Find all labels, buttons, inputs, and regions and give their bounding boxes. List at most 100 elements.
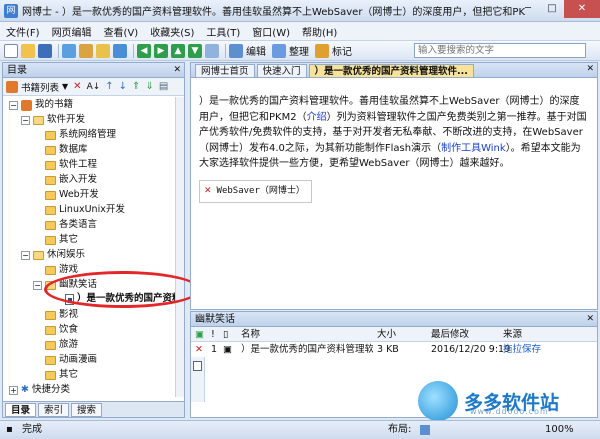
wink-link[interactable]: 制作工具Wink xyxy=(441,143,506,154)
folder-up-icon[interactable]: ▣ xyxy=(195,327,204,342)
quick-category-icon: ✱ xyxy=(21,384,29,395)
tree-folder[interactable]: 其它 xyxy=(45,233,78,247)
close-icon[interactable]: ✕ xyxy=(173,63,181,78)
zoom-level[interactable]: 100% xyxy=(545,421,574,439)
move-down-icon[interactable]: ↓ xyxy=(119,81,127,92)
menu-favorites[interactable]: 收藏夹(S) xyxy=(150,24,194,39)
collapse-toggle-icon[interactable]: − xyxy=(33,280,42,290)
close-button[interactable]: ✕ xyxy=(564,0,600,18)
down-icon[interactable]: ▼ xyxy=(188,43,202,58)
tree-root[interactable]: − 我的书籍 xyxy=(9,98,73,112)
close-icon[interactable]: ✕ xyxy=(586,64,594,74)
back-icon[interactable]: ◀ xyxy=(137,43,151,58)
tab-home[interactable]: 网博士首页 xyxy=(195,64,255,77)
vertical-scrollbar[interactable] xyxy=(175,97,184,397)
edit-icon[interactable] xyxy=(229,43,243,58)
tree-label: 系统网络管理 xyxy=(59,129,117,140)
row-size: 3 KB xyxy=(377,344,399,355)
broken-image-icon: ✕ xyxy=(204,185,212,196)
tree-label: Web开发 xyxy=(59,189,99,200)
up-icon[interactable]: ▲ xyxy=(171,43,185,58)
forward-icon[interactable]: ▶ xyxy=(154,43,168,58)
column-size[interactable]: 大小 xyxy=(377,327,396,342)
tab-index[interactable]: 索引 xyxy=(38,402,70,417)
tab-catalog[interactable]: 目录 xyxy=(5,402,37,417)
delete-icon[interactable]: ✕ xyxy=(73,81,81,92)
pane-title: 幽默笑话 xyxy=(195,314,235,325)
layout-icon[interactable] xyxy=(420,425,430,435)
tree-folder[interactable]: 系统网络管理 xyxy=(45,128,116,142)
delete-icon[interactable]: ✕ xyxy=(195,342,203,357)
page-icon[interactable] xyxy=(193,361,202,371)
tree-folder-leisure[interactable]: − 休闲娱乐 xyxy=(21,248,85,262)
tree-folder[interactable]: 影视 xyxy=(45,308,78,322)
column-name[interactable]: 名称 xyxy=(241,327,260,342)
sort-icon[interactable]: A↓ xyxy=(87,82,101,92)
collapse-toggle-icon[interactable]: − xyxy=(21,250,30,260)
table-row[interactable]: ✕ 1 ▣ ）是一款优秀的国产资料管理软... 3 KB 2016/12/20 … xyxy=(191,342,597,357)
tree-folder-software-dev[interactable]: − 软件开发 xyxy=(21,113,85,127)
bookmark-icon[interactable] xyxy=(315,43,329,58)
expand-icon[interactable]: ⇑ xyxy=(132,81,140,92)
column-modified[interactable]: 最后修改 xyxy=(431,327,469,342)
folder-icon xyxy=(45,175,56,185)
folder-open-icon xyxy=(33,250,44,260)
collapse-icon[interactable]: ⇓ xyxy=(145,81,153,92)
new-icon[interactable] xyxy=(4,43,18,58)
tree-folder[interactable]: LinuxUnix开发 xyxy=(45,203,125,217)
expand-toggle-icon[interactable]: + xyxy=(9,385,18,395)
intro-link[interactable]: 介绍 xyxy=(307,112,327,123)
favorite-icon[interactable] xyxy=(96,43,110,58)
tree-quick-category[interactable]: + ✱ 快捷分类 xyxy=(9,383,70,396)
folder-open-icon xyxy=(33,115,44,125)
bookmark-button[interactable]: 标记 xyxy=(332,43,352,58)
menu-window[interactable]: 窗口(W) xyxy=(252,24,290,39)
status-bar: ▪ 完成 布局: 100% xyxy=(0,420,600,439)
open-folder-icon[interactable] xyxy=(21,43,35,58)
tree-folder[interactable]: 各类语言 xyxy=(45,218,97,232)
close-icon[interactable]: ✕ xyxy=(586,312,594,327)
find-icon[interactable] xyxy=(113,43,127,58)
tree-folder[interactable]: 旅游 xyxy=(45,338,78,352)
menu-tools[interactable]: 工具(T) xyxy=(206,24,240,39)
search-input[interactable] xyxy=(414,43,586,58)
organize-icon[interactable] xyxy=(272,43,286,58)
row-source: 拖拉保存 xyxy=(503,344,542,355)
chevron-down-icon[interactable]: ▼ xyxy=(62,82,68,91)
tree-folder[interactable]: 数据库 xyxy=(45,143,88,157)
status-icon: ▪ xyxy=(6,424,13,435)
folder-icon xyxy=(45,340,56,350)
tree-folder[interactable]: Web开发 xyxy=(45,188,99,202)
book-list-dropdown[interactable]: 书籍列表 xyxy=(21,80,59,94)
menu-view[interactable]: 查看(V) xyxy=(104,24,139,39)
tree-folder[interactable]: 软件工程 xyxy=(45,158,97,172)
tree-folder[interactable]: 其它 xyxy=(45,368,78,382)
tree-label: 数据库 xyxy=(59,144,88,155)
edit-button[interactable]: 编辑 xyxy=(246,43,266,58)
minimize-button[interactable]: ─ xyxy=(516,0,540,18)
row-flag: 1 xyxy=(211,344,218,355)
tab-search[interactable]: 搜索 xyxy=(71,402,103,417)
tab-current-document[interactable]: ）是一款优秀的国产资料管理软件... xyxy=(308,64,474,77)
properties-icon[interactable]: ▤ xyxy=(159,81,168,92)
collapse-toggle-icon[interactable]: − xyxy=(9,100,18,110)
watermark-logo-icon xyxy=(418,381,458,421)
status-text: 完成 xyxy=(22,424,42,435)
column-source[interactable]: 来源 xyxy=(503,327,522,342)
save-icon[interactable] xyxy=(38,43,52,58)
move-up-icon[interactable]: ↑ xyxy=(105,81,113,92)
paste-icon[interactable] xyxy=(79,43,93,58)
menu-file[interactable]: 文件(F) xyxy=(6,24,40,39)
organize-button[interactable]: 整理 xyxy=(289,43,309,58)
tree-folder[interactable]: 饮食 xyxy=(45,323,78,337)
copy-icon[interactable] xyxy=(62,43,76,58)
menu-help[interactable]: 帮助(H) xyxy=(302,24,337,39)
print-icon[interactable] xyxy=(205,43,219,58)
menu-web-edit[interactable]: 网页编辑 xyxy=(52,24,92,39)
tree-folder[interactable]: 动画漫画 xyxy=(45,353,97,367)
collapse-toggle-icon[interactable]: − xyxy=(21,115,30,125)
maximize-button[interactable]: □ xyxy=(540,0,564,18)
main-toolbar: ◀ ▶ ▲ ▼ 编辑 整理 标记 xyxy=(0,41,600,61)
tree-folder[interactable]: 嵌入开发 xyxy=(45,173,97,187)
tab-quick-start[interactable]: 快速入门 xyxy=(256,64,307,77)
